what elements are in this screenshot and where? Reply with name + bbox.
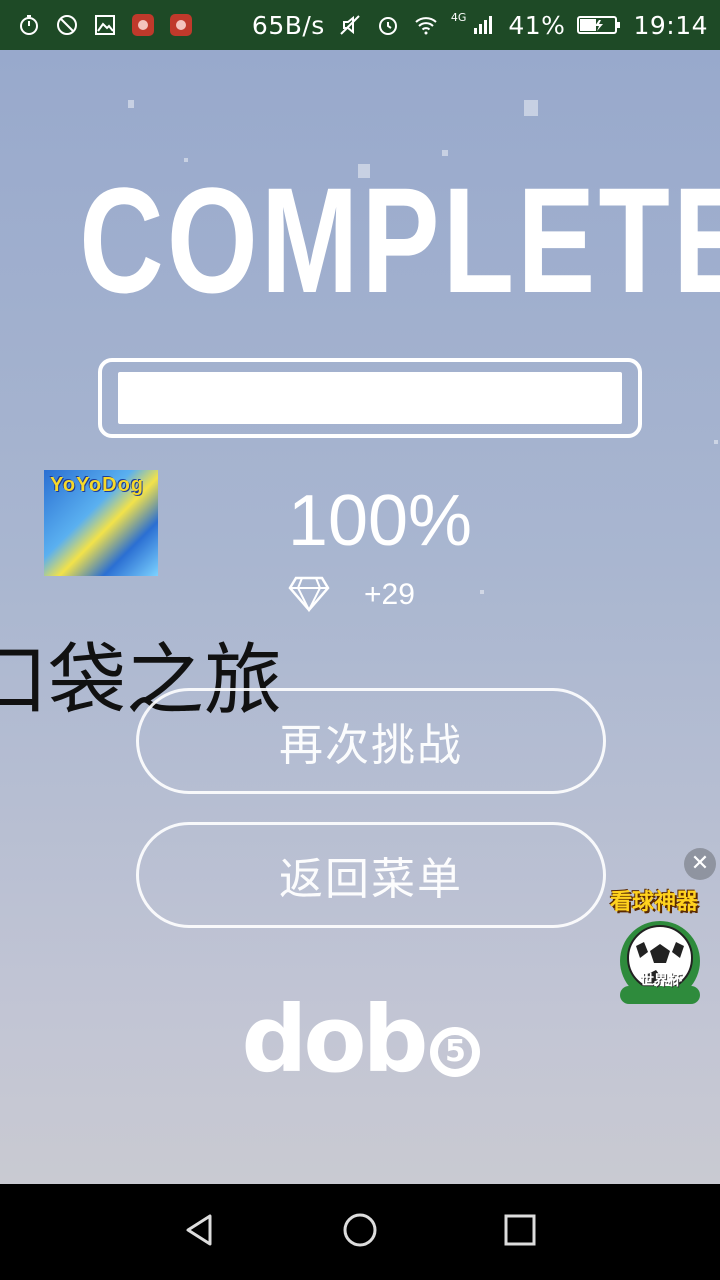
image-icon: [92, 12, 118, 38]
network-type-label: 4G: [450, 10, 467, 24]
game-screen: COMPLETE 100% +29 YoYoDog 口袋之旅 再次挑战 返回菜单…: [0, 50, 720, 1184]
logo-text: dob: [241, 986, 429, 1093]
back-icon[interactable]: [180, 1210, 220, 1254]
home-icon[interactable]: [340, 1210, 380, 1254]
complete-title: COMPLETE: [79, 156, 720, 324]
status-bar-left: [16, 12, 194, 38]
diamond-icon: [288, 572, 330, 618]
alarm-icon: [375, 12, 401, 38]
network-speed: 65B/s: [251, 10, 325, 40]
gem-reward: +29: [288, 572, 415, 618]
clock: 19:14: [633, 10, 708, 40]
particle: [714, 440, 718, 444]
ad-close-button[interactable]: ✕: [684, 848, 716, 880]
progress-fill: [118, 372, 622, 424]
retry-button[interactable]: 再次挑战: [136, 688, 606, 794]
wifi-icon: [413, 12, 439, 38]
dob5-logo: dob 5: [236, 986, 486, 1093]
navigation-bar: [0, 1184, 720, 1280]
completion-percent: 100%: [287, 481, 473, 561]
soccer-ball-icon[interactable]: [612, 916, 708, 1006]
gem-count: +29: [364, 578, 415, 611]
ad-ball-label: 世界杯: [640, 973, 682, 989]
status-bar: 65B/s 4G 41% 19:14: [0, 0, 720, 50]
status-bar-right: 65B/s 4G 41% 19:14: [252, 11, 708, 40]
signal-icon: [470, 12, 496, 38]
timer-icon: [16, 12, 42, 38]
huawei-icon: [130, 12, 156, 38]
game-badge-label: YoYoDog: [50, 474, 145, 496]
progress-bar: [98, 358, 642, 438]
particle: [524, 100, 538, 116]
blocked-icon: [54, 12, 80, 38]
mute-icon: [337, 12, 363, 38]
huawei-icon: [168, 12, 194, 38]
recents-icon[interactable]: [500, 1210, 540, 1254]
battery-percent: 41%: [508, 10, 566, 40]
particle: [128, 100, 134, 108]
back-to-menu-button[interactable]: 返回菜单: [136, 822, 606, 928]
battery-icon: [577, 12, 621, 38]
ad-banner-text[interactable]: 看球神器: [610, 884, 698, 916]
logo-digit: 5: [430, 1027, 481, 1077]
particle: [480, 590, 484, 594]
